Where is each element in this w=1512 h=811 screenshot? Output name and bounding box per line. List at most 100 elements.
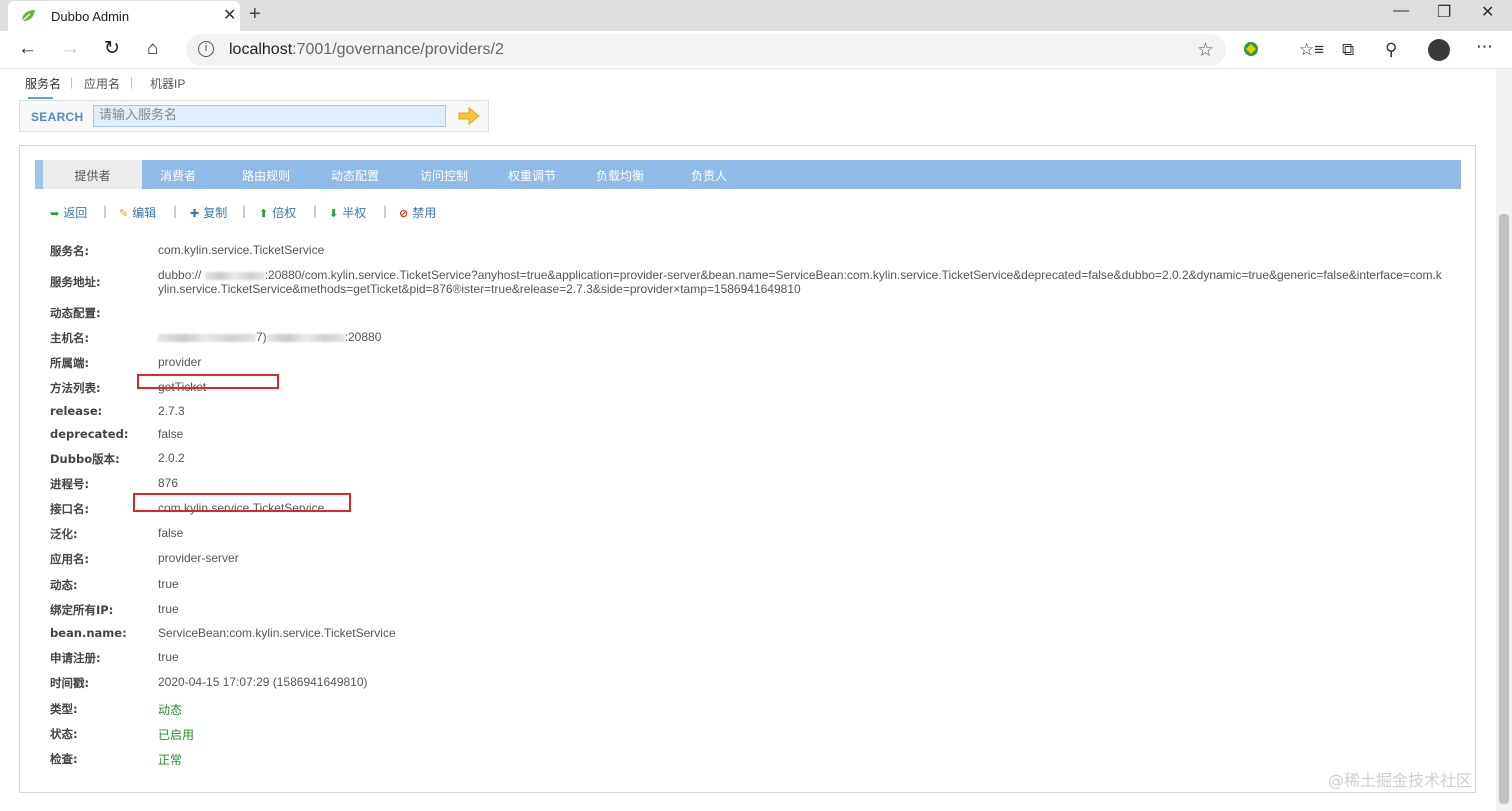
tab-owners[interactable]: 负责人 [691,167,727,184]
arrow-down-icon: ⬇ [329,207,339,220]
action-separator: | [383,204,388,218]
half-weight-action[interactable]: ⬇ 半权 [329,204,366,221]
profile-avatar[interactable] [1428,39,1450,61]
favorites-icon[interactable]: ☆≡ [1299,40,1324,60]
detail-key: 泛化: [50,527,78,541]
tab-load-balance[interactable]: 负载均衡 [596,167,644,184]
home-icon[interactable]: ⌂ [147,39,158,59]
nav-machine-ip[interactable]: 机器IP [150,75,185,92]
close-tab-icon[interactable]: ✕ [223,7,236,25]
detail-value: 正常 [158,753,183,767]
close-window-icon[interactable]: ✕ [1481,2,1494,22]
feedback-icon[interactable]: ⚲ [1385,40,1397,60]
restore-icon[interactable]: ❐ [1437,2,1451,22]
extension-icon[interactable] [1242,40,1260,63]
detail-key: 所属端: [50,356,90,370]
detail-value: 2.0.2 [158,451,185,465]
action-separator: | [103,204,108,218]
active-nav-underline [28,97,53,99]
tab-title: Dubbo Admin [51,9,130,24]
detail-key: 主机名: [50,331,90,345]
plus-icon: ✚ [190,207,200,220]
site-info-icon[interactable]: i [198,41,214,57]
arrow-up-icon: ⬆ [259,207,269,220]
back-action[interactable]: ➥ 返回 [50,204,87,221]
detail-key: 动态配置: [50,306,101,320]
detail-key: 时间戳: [50,676,90,690]
forward-icon[interactable]: → [61,39,80,59]
tab-weights[interactable]: 权重调节 [508,167,556,184]
tab-routes[interactable]: 路由规则 [242,167,290,184]
detail-value: provider-server [158,551,239,565]
address-bar[interactable]: i localhost:7001/governance/providers/2 … [186,34,1226,66]
browser-tab-strip: Dubbo Admin ✕ + — ❐ ✕ [0,0,1512,31]
pencil-icon: ✎ [119,207,129,220]
edit-action[interactable]: ✎ 编辑 [119,204,156,221]
detail-key: 检查: [50,752,78,766]
detail-key: release: [50,404,103,418]
detail-value: 2.7.3 [158,404,185,418]
detail-value: true [158,602,179,616]
detail-key: 申请注册: [50,651,101,665]
nav-separator: | [130,75,134,89]
search-label: SEARCH [31,110,84,124]
collections-icon[interactable]: ⧉ [1342,40,1354,60]
detail-key: 状态: [50,727,78,741]
detail-value: false [158,526,184,540]
favorite-star-icon[interactable]: ☆ [1197,39,1214,62]
detail-value: ServiceBean:com.kylin.service.TicketServ… [158,626,396,640]
page-content: 服务名 | 应用名 | 机器IP SEARCH 请输入服务名 提供者 消费者 路… [0,69,1496,811]
detail-key: 绑定所有IP: [50,603,114,617]
detail-value: 876 [158,476,179,490]
back-icon[interactable]: ← [18,39,37,59]
detail-key: bean.name: [50,626,127,640]
detail-value: 2020-04-15 17:07:29 (1586941649810) [158,675,368,689]
search-bar: SEARCH 请输入服务名 [19,100,489,132]
action-separator: | [242,204,247,218]
watermark: @稀土掘金技术社区 [1328,771,1473,790]
url-text[interactable]: localhost:7001/governance/providers/2 [229,41,504,59]
new-tab-icon[interactable]: + [249,3,261,26]
tab-consumers[interactable]: 消费者 [160,167,196,184]
detail-value: provider [158,355,202,369]
detail-value: dubbo:// :20880/com.kylin.service.Ticket… [158,268,1442,296]
highlight-box-methods [137,374,279,389]
page-scrollbar[interactable] [1496,69,1512,811]
redacted-ip [204,271,265,280]
browser-tab[interactable]: Dubbo Admin ✕ [8,1,240,31]
detail-key: 动态: [50,578,78,592]
action-separator: | [173,204,178,218]
double-weight-action[interactable]: ⬆ 倍权 [259,204,296,221]
detail-value: 7):20880 [158,330,381,344]
browser-toolbar: ← → ↻ ⌂ i localhost:7001/governance/prov… [0,31,1512,69]
return-icon: ➥ [50,207,60,220]
detail-value: 已启用 [158,728,195,742]
nav-separator: | [70,75,74,89]
search-input[interactable]: 请输入服务名 [93,105,446,127]
detail-value: false [158,427,184,441]
redacted-host [266,333,345,342]
nav-app-name[interactable]: 应用名 [84,75,120,92]
tab-dynamic-config[interactable]: 动态配置 [331,167,379,184]
tab-access-control[interactable]: 访问控制 [420,167,468,184]
spring-leaf-icon [21,10,35,22]
provider-detail-panel: 提供者 消费者 路由规则 动态配置 访问控制 权重调节 负载均衡 负责人 ➥ 返回… [19,145,1476,793]
more-menu-icon[interactable]: ⋯ [1476,37,1493,57]
minimize-icon[interactable]: — [1393,2,1409,20]
detail-key: Dubbo版本: [50,452,120,466]
disable-action[interactable]: ⊘ 禁用 [399,204,436,221]
detail-value: 动态 [158,703,183,717]
detail-key: 进程号: [50,477,90,491]
detail-key: 应用名: [50,552,90,566]
detail-value: true [158,577,179,591]
search-go-arrow-icon[interactable] [458,107,480,125]
nav-service-name[interactable]: 服务名 [25,75,61,92]
detail-key: deprecated: [50,427,129,441]
detail-key: 类型: [50,702,78,716]
copy-action[interactable]: ✚ 复制 [190,204,227,221]
highlight-box-interface [133,493,351,512]
detail-value: com.kylin.service.TicketService [158,243,325,257]
scrollbar-thumb[interactable] [1499,214,1509,804]
tab-providers[interactable]: 提供者 [43,160,142,189]
refresh-icon[interactable]: ↻ [104,39,120,59]
